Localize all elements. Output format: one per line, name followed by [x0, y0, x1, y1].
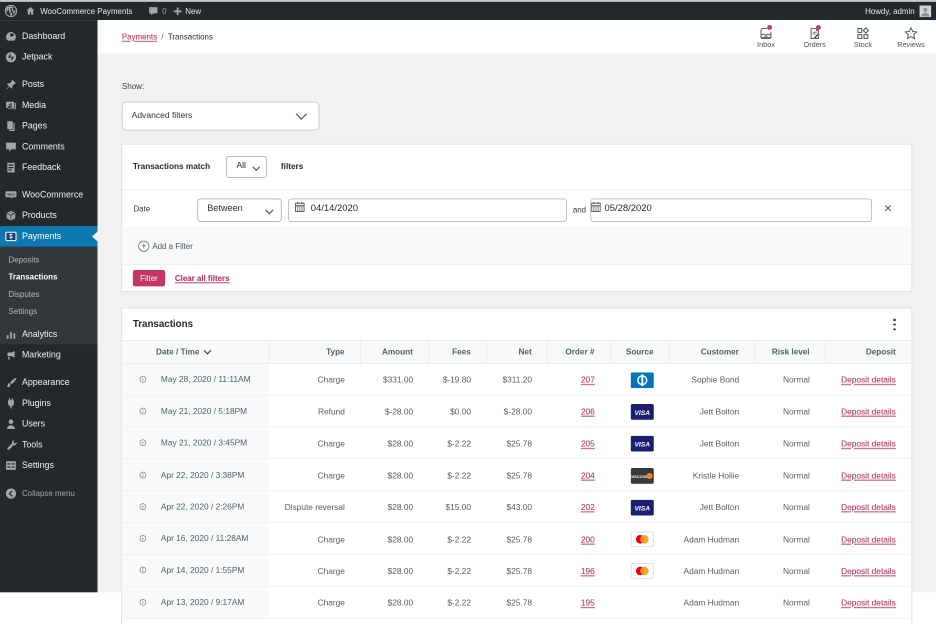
- svg-text:VISA: VISA: [634, 410, 650, 417]
- svg-text:VISA: VISA: [634, 506, 650, 513]
- svg-text:WOO: WOO: [7, 193, 15, 197]
- svg-text:VISA: VISA: [634, 442, 650, 449]
